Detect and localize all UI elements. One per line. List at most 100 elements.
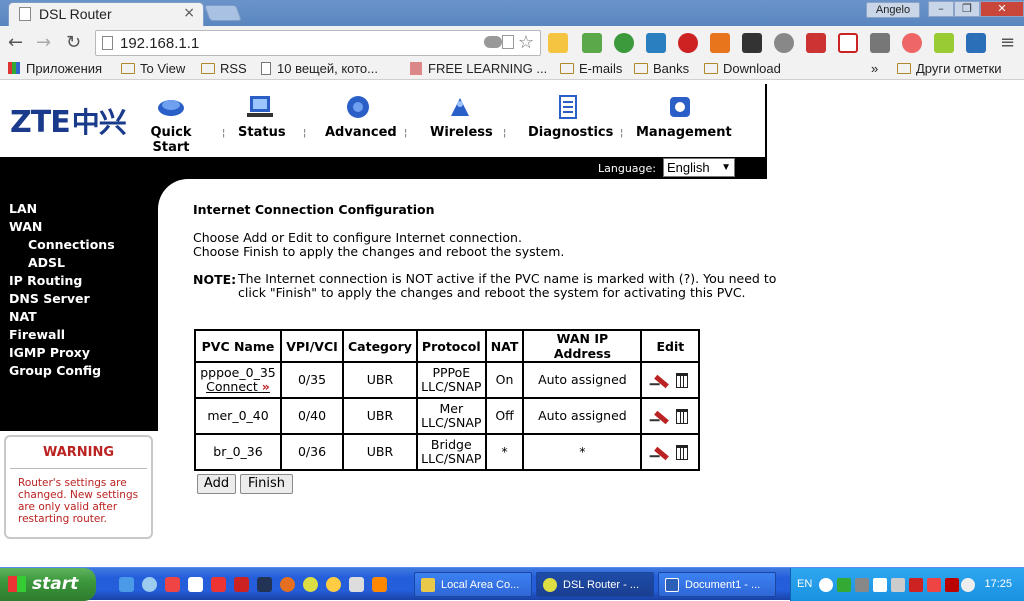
quicklaunch-icon[interactable] [234, 577, 249, 592]
folder-icon [560, 63, 574, 74]
firefox-icon[interactable] [280, 577, 295, 592]
browser-menu-icon[interactable]: ≡ [1000, 32, 1015, 53]
translate-icon[interactable] [502, 35, 514, 49]
edit-pencil-icon[interactable] [652, 408, 670, 425]
address-bar[interactable]: 192.168.1.1 ☆ [95, 30, 541, 56]
quicklaunch-icon[interactable] [188, 577, 203, 592]
nav-wireless[interactable]: Wireless [430, 94, 493, 140]
minimize-button[interactable]: – [928, 1, 954, 17]
language-select[interactable]: English ▼ [663, 158, 735, 177]
cloud-icon[interactable] [484, 36, 502, 48]
sidebar-item-nat[interactable]: NAT [9, 309, 37, 324]
bookmark-to-view[interactable]: To View [121, 61, 185, 76]
nav-status[interactable]: Status [238, 94, 286, 140]
sidebar-item-firewall[interactable]: Firewall [9, 327, 65, 342]
connect-link[interactable]: Connect » [206, 379, 270, 394]
quicklaunch-icon[interactable] [326, 577, 341, 592]
finish-button[interactable]: Finish [240, 474, 293, 494]
bookmark-banks[interactable]: Banks [634, 61, 689, 76]
restore-button[interactable]: ❐ [954, 1, 980, 17]
bookmark-star-icon[interactable]: ☆ [518, 32, 534, 53]
edit-pencil-icon[interactable] [652, 372, 670, 389]
taskbar-item-dsl-router[interactable]: DSL Router - ... [536, 572, 654, 597]
extension-icon-8[interactable] [774, 33, 794, 53]
delete-trash-icon[interactable] [676, 408, 689, 424]
tray-icon[interactable] [909, 578, 923, 592]
quicklaunch-icon[interactable] [211, 577, 226, 592]
window-close-button[interactable]: ✕ [980, 1, 1024, 17]
extension-icon-4[interactable] [646, 33, 666, 53]
bookmark-10-things[interactable]: 10 вещей, кото... [261, 61, 378, 76]
adblock-icon[interactable] [678, 33, 698, 53]
forward-icon[interactable]: → [36, 32, 51, 53]
nav-advanced[interactable]: Advanced [325, 94, 397, 140]
bookmark-rss[interactable]: RSS [201, 61, 247, 76]
sidebar-item-group-config[interactable]: Group Config [9, 363, 101, 378]
input-language[interactable]: EN [797, 578, 812, 590]
extension-icon-12[interactable] [902, 33, 922, 53]
delete-trash-icon[interactable] [676, 444, 689, 460]
vlc-icon[interactable] [372, 577, 387, 592]
extension-icon-14[interactable] [966, 33, 986, 53]
edit-pencil-icon[interactable] [652, 444, 670, 461]
status-icon [247, 96, 273, 117]
extension-icon-2[interactable] [582, 33, 602, 53]
quicklaunch-icon[interactable] [142, 577, 157, 592]
note-label: NOTE: [193, 272, 237, 287]
bookmark-emails[interactable]: E-mails [560, 61, 622, 76]
tray-icon[interactable] [927, 578, 941, 592]
nav-diagnostics[interactable]: Diagnostics [528, 94, 613, 140]
reload-icon[interactable]: ↻ [66, 32, 81, 53]
extension-icon-10[interactable] [838, 33, 858, 53]
sidebar-item-connections[interactable]: Connections [28, 237, 115, 252]
tray-expand-icon[interactable] [819, 578, 833, 592]
column-header: Category [342, 329, 418, 363]
sidebar-item-ip-routing[interactable]: IP Routing [9, 273, 82, 288]
start-button[interactable]: start [0, 568, 96, 601]
chevron-down-icon: ▼ [721, 162, 731, 173]
column-header: Edit [640, 329, 701, 363]
page-info-icon[interactable] [102, 36, 113, 50]
bookmark-download[interactable]: Download [704, 61, 781, 76]
security-shield-icon[interactable] [873, 578, 887, 592]
url-text[interactable]: 192.168.1.1 [120, 35, 199, 52]
new-tab-button[interactable] [204, 5, 242, 21]
sidebar-item-adsl[interactable]: ADSL [28, 255, 65, 270]
quicklaunch-icon[interactable] [165, 577, 180, 592]
chrome-icon[interactable] [303, 577, 318, 592]
sidebar-item-dns-server[interactable]: DNS Server [9, 291, 90, 306]
extension-icon-3[interactable] [614, 33, 634, 53]
extension-icon-13[interactable] [934, 33, 954, 53]
extension-icon-6[interactable] [710, 33, 730, 53]
tab-close-icon[interactable]: × [183, 5, 195, 21]
sidebar-item-igmp-proxy[interactable]: IGMP Proxy [9, 345, 90, 360]
nav-quick-start[interactable]: Quick Start [132, 94, 210, 155]
bookmark-free-learning[interactable]: FREE LEARNING ... [410, 61, 547, 76]
delete-trash-icon[interactable] [676, 372, 689, 388]
sidebar-item-wan[interactable]: WAN [9, 219, 42, 234]
volume-muted-icon[interactable] [891, 578, 905, 592]
add-button[interactable]: Add [197, 474, 236, 494]
quicklaunch-icon[interactable] [119, 577, 134, 592]
tray-icon[interactable] [837, 578, 851, 592]
bookmark-apps[interactable]: Приложения [8, 61, 102, 76]
taskbar-item-document1[interactable]: Document1 - ... [658, 572, 776, 597]
user-profile-button[interactable]: Angelo [866, 2, 920, 18]
tray-icon[interactable] [961, 578, 975, 592]
back-icon[interactable]: ← [8, 32, 23, 53]
tray-icon[interactable] [855, 578, 869, 592]
extension-icon-1[interactable] [548, 33, 568, 53]
uk-flag-icon[interactable] [257, 577, 272, 592]
other-bookmarks[interactable]: Други отметки [897, 61, 1002, 76]
sidebar-item-lan[interactable]: LAN [9, 201, 37, 216]
extension-icon-11[interactable] [870, 33, 890, 53]
extension-icon-9[interactable] [806, 33, 826, 53]
tray-icon[interactable] [945, 578, 959, 592]
browser-tab[interactable]: DSL Router × [8, 2, 204, 26]
bookmarks-bar: Приложения To View RSS 10 вещей, кото...… [0, 60, 1024, 80]
extension-icon-7[interactable] [742, 33, 762, 53]
quicklaunch-icon[interactable] [349, 577, 364, 592]
more-bookmarks-button[interactable]: » [871, 61, 878, 76]
taskbar-item-local-area[interactable]: Local Area Co... [414, 572, 532, 597]
nav-management[interactable]: Management [636, 94, 732, 140]
